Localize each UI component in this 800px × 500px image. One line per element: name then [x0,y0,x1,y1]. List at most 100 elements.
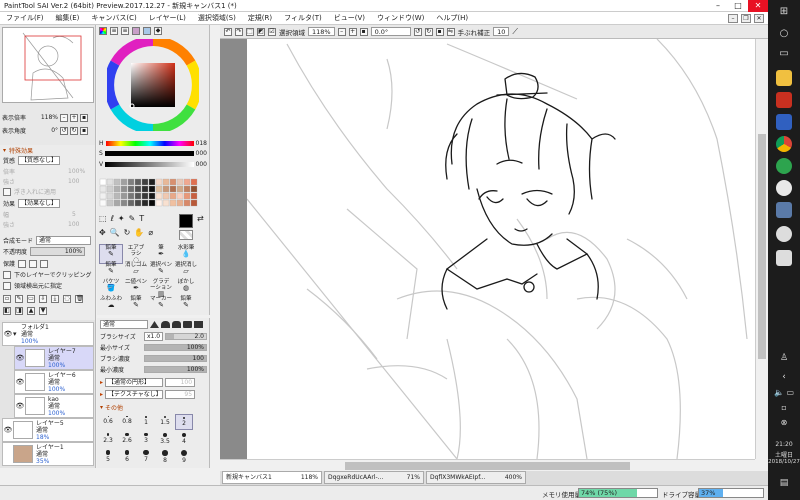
value-slider[interactable] [105,162,194,167]
transfer-down-icon[interactable]: ⇩ [39,295,47,303]
clear-layer-icon[interactable]: ◌ [63,295,71,303]
detect-source-checkbox[interactable] [3,281,11,290]
clock-time[interactable]: 21:20 [768,441,800,448]
new-layer-icon[interactable]: ▫ [3,295,11,303]
vertical-scrollbar[interactable] [755,39,768,459]
pen-pressure-icon[interactable]: ⟋ [512,27,518,37]
brush-size-preset[interactable]: 2.6 [118,431,136,447]
visibility-eye-icon[interactable]: 👁 [3,330,13,338]
menu-ruler[interactable]: 定規(R) [242,13,278,23]
store-icon[interactable] [776,114,792,130]
color-wheel[interactable] [107,39,199,131]
brush-density-slider[interactable]: 100 [144,355,207,362]
language-icon[interactable]: ▫ [768,403,800,412]
vertical-scroll-thumb[interactable] [758,134,766,359]
tab-canvas1[interactable]: 新規キャンバス1 118% [222,471,322,484]
folder-expand-icon[interactable]: ▾ [13,330,21,338]
menu-filter[interactable]: フィルタ(T) [278,13,328,23]
rotate-reset-button[interactable]: ▪ [80,126,89,135]
visibility-eye-icon[interactable]: 👁 [15,402,25,410]
visibility-eye-icon[interactable]: 👁 [3,426,13,434]
brush-size-preset[interactable]: 0.6 [99,414,117,430]
new-folder-icon[interactable]: ▭ [27,295,35,303]
tool-slot-15[interactable]: 鉛筆 ✎ [174,295,198,315]
volume-network-icons[interactable]: 🔈 ▭ [768,388,800,397]
camera-app-icon[interactable] [776,226,792,242]
swatch-tab-icon[interactable] [132,27,140,35]
redo-icon[interactable]: ↷ [235,27,243,36]
v-value[interactable]: 000 [196,161,207,168]
swatch-grid[interactable] [97,175,210,210]
round-tip-icon[interactable] [161,321,170,328]
layer-mask-icon[interactable]: ◧ [3,307,11,315]
horizontal-scrollbar[interactable] [220,459,755,471]
layer-layer1[interactable]: レイヤー1 通常 35% [2,442,94,466]
canvas-rotate-left-button[interactable]: ↺ [413,27,422,36]
invert-selection-icon[interactable]: ◩ [257,27,265,36]
zoom-reset-button[interactable]: ▪ [80,113,89,122]
color-wheel-tab-icon[interactable] [99,27,107,35]
protect-opacity-checkbox[interactable] [29,259,38,268]
people-icon[interactable]: ♙ [768,353,800,363]
tool-slot-12[interactable]: ふわふわ ☁ [99,295,123,315]
maximize-button[interactable]: □ [728,0,748,12]
brush-mode-dropdown[interactable]: 通常 [100,320,148,329]
new-linework-layer-icon[interactable]: ✎ [15,295,23,303]
tab-image3[interactable]: DqflX3MWkAEIpf... 400% [426,471,526,484]
scale-value[interactable]: 100% [68,168,85,175]
chrome-user-icon[interactable] [776,180,792,196]
texture-expand-icon[interactable]: ▸ [100,391,103,398]
drawing-canvas[interactable] [246,39,755,459]
zoom-tool-icon[interactable]: 🔍 [110,228,120,237]
shape-expand-icon[interactable]: ▸ [100,379,103,386]
min-density-slider[interactable]: 100% [144,366,207,373]
canvas-zoom-reset-button[interactable]: ▪ [359,27,368,36]
brush-size-slider[interactable]: 2.0 [165,333,207,340]
doc-minimize-button[interactable]: – [728,13,738,23]
zoom-value[interactable]: 118% [28,114,58,121]
rotate-right-button[interactable]: ↻ [70,126,79,135]
rotate-tool-icon[interactable]: ↻ [124,228,131,237]
zoom-in-button[interactable]: + [70,113,79,122]
chrome-icon[interactable] [776,136,792,152]
lasso-icon[interactable]: ℓ [111,214,114,223]
undo-icon[interactable]: ↶ [224,27,232,36]
layer-kao[interactable]: 👁 kao 通常 100% [14,394,94,418]
brush-size-preset[interactable]: 4 [175,431,193,447]
apply-mask-icon[interactable]: ◨ [15,307,23,315]
strength-value[interactable]: 100 [68,178,79,185]
rgb-slider-tab-icon[interactable]: ≡ [110,27,118,35]
menu-layer[interactable]: レイヤー(L) [143,13,192,23]
stabilizer-dropdown[interactable]: 10 [493,27,510,36]
line-app-icon[interactable] [776,158,792,174]
brush-size-preset[interactable]: 3.5 [156,431,174,447]
task-view-icon[interactable]: ▭ [768,48,800,59]
s-value[interactable]: 000 [196,150,207,157]
menu-window[interactable]: ウィンドウ(W) [371,13,430,23]
effect-dropdown[interactable]: 【効果なし】 [18,199,61,208]
paint-tool-sai-icon[interactable] [776,202,792,218]
zoom-out-button[interactable]: – [60,113,69,122]
navigator-thumbnail[interactable] [2,27,94,103]
angle-value[interactable]: 0° [28,127,58,134]
blend-mode-dropdown[interactable]: 通常 [36,236,92,245]
canvas-zoom-out-button[interactable]: – [337,27,346,36]
menu-selection[interactable]: 選択領域(S) [192,13,242,23]
menu-canvas[interactable]: キャンバス(C) [85,13,142,23]
swap-colors-icon[interactable]: ⇄ [197,214,204,223]
canvas-rotate-right-button[interactable]: ↻ [424,27,433,36]
magic-wand-icon[interactable]: ✦ [118,214,125,223]
layer-layer6[interactable]: 👁 レイヤー6 通常 100% [14,370,94,394]
flip-horizontal-icon[interactable]: ⇋ [446,27,455,36]
canvas-angle-field[interactable]: 0.0° [370,27,411,36]
brush-size-preset[interactable]: 1.5 [156,414,174,430]
tool-slot-14[interactable]: マーカー ✎ [149,295,173,315]
clipping-checkbox[interactable] [3,270,11,279]
menu-view[interactable]: ビュー(V) [328,13,371,23]
emboss-checkbox[interactable] [3,187,11,196]
soft-tip-icon[interactable] [172,321,181,328]
delete-layer-icon[interactable]: 🗑 [75,295,84,303]
move-down-icon[interactable]: ▼ [39,307,47,315]
menu-file[interactable]: ファイル(F) [0,13,50,23]
strength2-value[interactable]: 100 [68,221,79,228]
